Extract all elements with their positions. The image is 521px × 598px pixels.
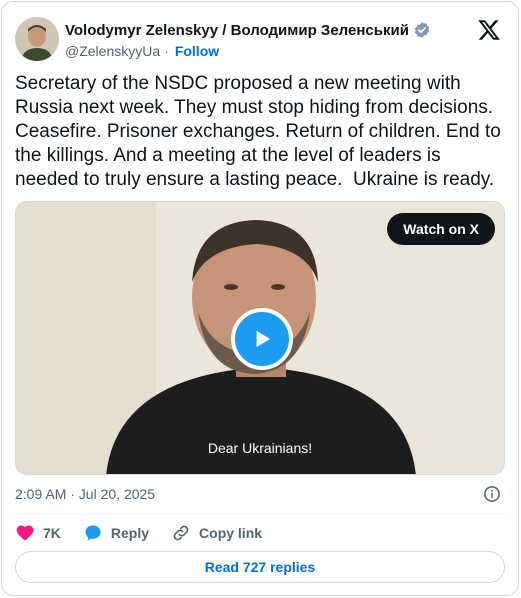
link-icon (173, 525, 189, 541)
reply-label: Reply (110, 525, 150, 541)
tweet-text: Secretary of the NSDC proposed a new mee… (15, 73, 507, 190)
video-player[interactable]: Watch on X Dear Ukrainians! (15, 201, 505, 475)
tweet-card: Volodymyr Zelenskyy / Володимир Зеленськ… (1, 1, 519, 596)
like-count: 7K (43, 525, 61, 541)
author-handle-row: @ZelenskyyUa · Follow (65, 42, 219, 60)
play-button[interactable] (231, 308, 293, 370)
avatar[interactable] (15, 17, 59, 61)
separator-dot: · (164, 43, 169, 59)
timestamp[interactable]: 2:09 AM · Jul 20, 2025 (15, 486, 155, 502)
info-icon[interactable] (483, 485, 501, 503)
like-button[interactable]: 7K (15, 523, 61, 543)
play-icon (256, 330, 271, 348)
read-replies-button[interactable]: Read 727 replies (15, 551, 505, 583)
divider (15, 513, 505, 514)
follow-button[interactable]: Follow (175, 43, 219, 59)
copy-link-label: Copy link (199, 525, 263, 541)
author-handle[interactable]: @ZelenskyyUa (65, 43, 160, 59)
watch-on-x-button[interactable]: Watch on X (387, 213, 495, 245)
reply-bubble-icon (85, 525, 101, 541)
author-name-row[interactable]: Volodymyr Zelenskyy / Володимир Зеленськ… (65, 20, 431, 40)
heart-icon (16, 525, 34, 541)
x-logo-icon[interactable] (477, 18, 501, 42)
copy-link-button[interactable]: Copy link (171, 523, 262, 543)
verified-badge-icon (414, 22, 430, 38)
reply-button[interactable]: Reply (83, 523, 149, 543)
video-subtitle: Dear Ukrainians! (207, 440, 313, 456)
action-bar: 7K Reply Copy link (15, 521, 284, 545)
author-name[interactable]: Volodymyr Zelenskyy / Володимир Зеленськ… (65, 22, 409, 39)
